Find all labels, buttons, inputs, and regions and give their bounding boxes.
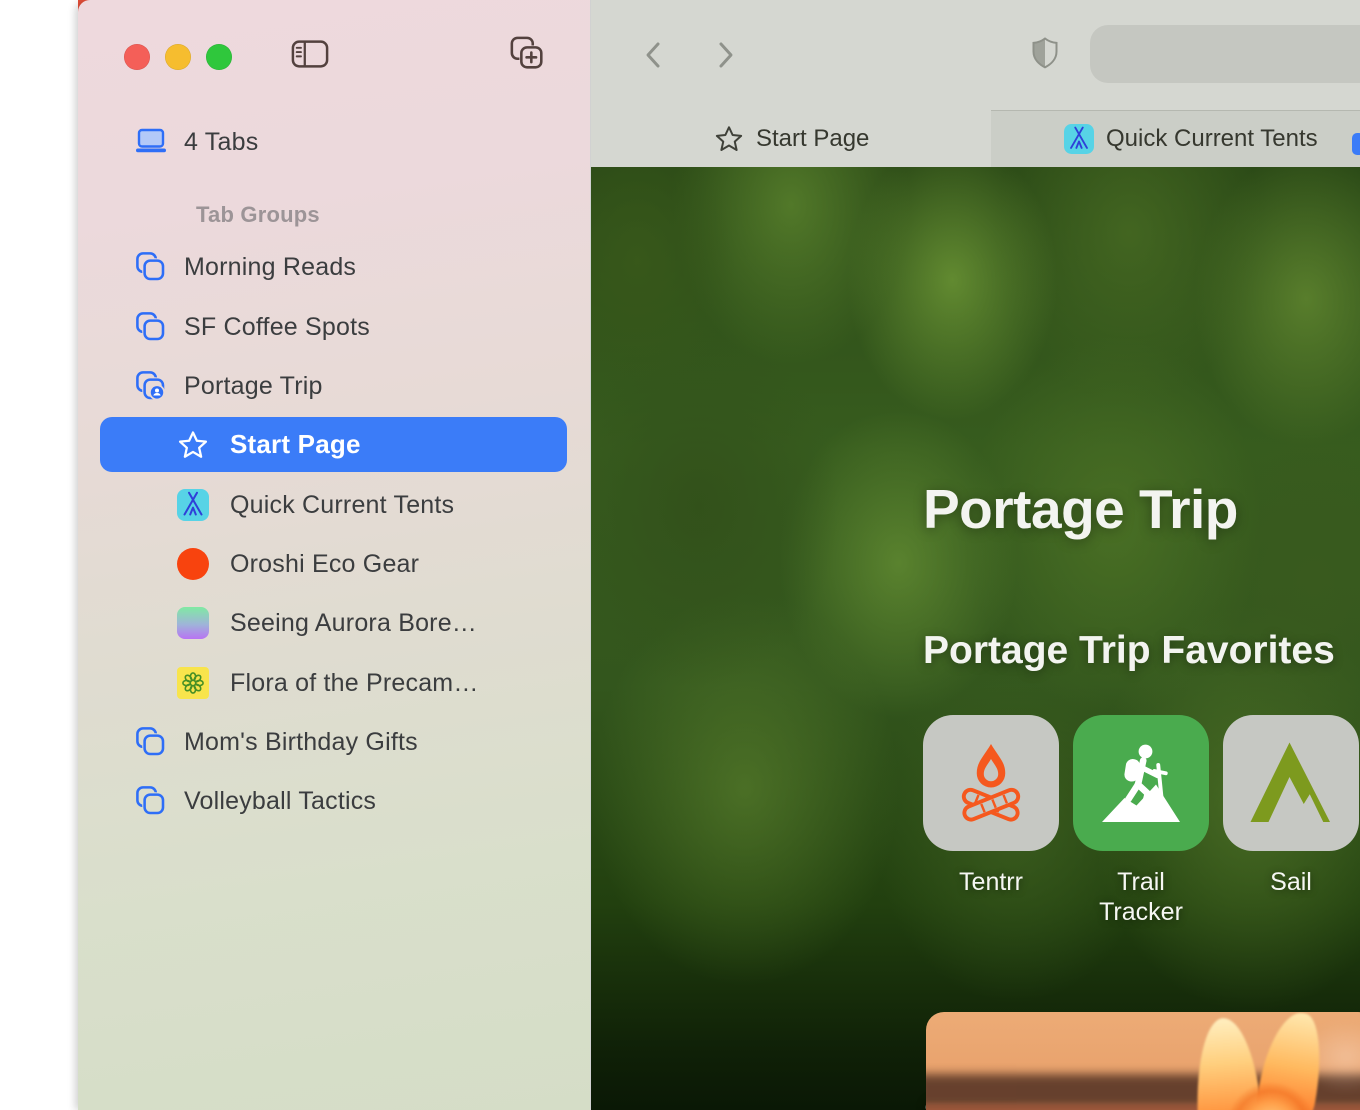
sidebar-item-volleyball-tactics[interactable]: Volleyball Tactics [78,781,590,821]
sidebar-item-morning-reads[interactable]: Morning Reads [78,247,590,287]
favorite-sail[interactable]: Sail [1223,715,1359,897]
shared-tab-group-icon [134,369,168,403]
new-tab-group-button[interactable] [508,36,548,72]
sidebar-item-oroshi-eco-gear[interactable]: Oroshi Eco Gear [78,544,590,584]
favorite-tentrr[interactable]: Tentrr [923,715,1059,897]
flower-favicon [176,666,210,700]
add-tab-group-icon [509,35,547,73]
favorite-label: Tentrr [923,867,1059,897]
start-page-title: Portage Trip [923,477,1238,541]
sidebar-item-moms-birthday-gifts[interactable]: Mom's Birthday Gifts [78,722,590,762]
tab-label: Oroshi Eco Gear [230,550,419,579]
sidebar-toggle-button[interactable] [290,36,330,72]
back-icon [640,40,666,70]
tab-group-icon [134,784,168,818]
tab-bar: Start Page Quick Current Tents [591,110,1360,167]
sidebar-item-sf-coffee-spots[interactable]: SF Coffee Spots [78,307,590,347]
red-circle-favicon [176,547,210,581]
group-label: SF Coffee Spots [184,313,370,342]
tab-label: Start Page [230,429,361,460]
hiker-icon [1073,715,1209,851]
sidebar-item-start-page-selected[interactable]: Start Page [100,417,567,472]
campfire-icon [923,715,1059,851]
laptop-icon [134,125,168,159]
tab-group-icon [134,725,168,759]
tab-label: Start Page [756,125,869,153]
favorites-heading: Portage Trip Favorites [923,629,1335,673]
privacy-shield-icon [1029,34,1061,72]
tab-start-page[interactable]: Start Page [591,110,991,167]
back-button[interactable] [633,36,673,74]
shared-link-card[interactable] [926,1012,1360,1110]
tab-label: Seeing Aurora Bore… [230,609,477,638]
sidebar-item-portage-trip[interactable]: Portage Trip [78,366,590,406]
favorite-trail-tracker[interactable]: Trail Tracker [1073,715,1209,927]
privacy-report-button[interactable] [1025,24,1065,82]
tent-favicon [176,488,210,522]
group-label: Volleyball Tactics [184,787,376,816]
tab-groups-section-header: Tab Groups [196,202,320,228]
favorite-label: Trail Tracker [1073,867,1209,927]
start-page: Portage Trip Portage Trip Favorites [591,167,1360,1110]
screenshot-root: 4 Tabs Tab Groups Morning Reads [0,0,1360,1110]
browser-main-area: Start Page Quick Current Tents Portage T… [590,0,1360,1110]
zoom-window-button[interactable] [206,44,232,70]
flame-glow [1224,1080,1319,1110]
tent-peak-icon [1223,715,1359,851]
sidebar-item-seeing-aurora[interactable]: Seeing Aurora Bore… [78,603,590,643]
tab-quick-current-tents[interactable]: Quick Current Tents [991,110,1360,167]
group-label: Mom's Birthday Gifts [184,728,418,757]
sidebar-item-all-tabs[interactable]: 4 Tabs [78,122,590,162]
favorite-label: Sail [1223,867,1359,897]
gradient-favicon [176,606,210,640]
tab-label: Quick Current Tents [230,491,454,520]
tab-label: Quick Current Tents [1106,125,1318,153]
sidebar-item-quick-current-tents[interactable]: Quick Current Tents [78,485,590,525]
tab-label: Flora of the Precam… [230,669,479,698]
address-search-field[interactable] [1090,25,1360,83]
group-label: Morning Reads [184,253,356,282]
tent-favicon [1064,124,1094,154]
sidebar-toggle-icon [291,39,329,69]
minimize-window-button[interactable] [165,44,191,70]
sidebar-item-flora-precambrian[interactable]: Flora of the Precam… [78,663,590,703]
all-tabs-label: 4 Tabs [184,128,258,157]
forward-button[interactable] [706,36,746,74]
tab-group-icon [134,250,168,284]
sidebar: 4 Tabs Tab Groups Morning Reads [78,0,590,1110]
safari-window: 4 Tabs Tab Groups Morning Reads [78,0,1360,1110]
forward-icon [713,40,739,70]
tab-group-icon [134,310,168,344]
star-icon [714,124,744,154]
close-window-button[interactable] [124,44,150,70]
toolbar [591,0,1360,110]
next-tab-favicon-sliver [1352,133,1360,155]
group-label: Portage Trip [184,372,323,401]
star-icon [176,428,210,462]
